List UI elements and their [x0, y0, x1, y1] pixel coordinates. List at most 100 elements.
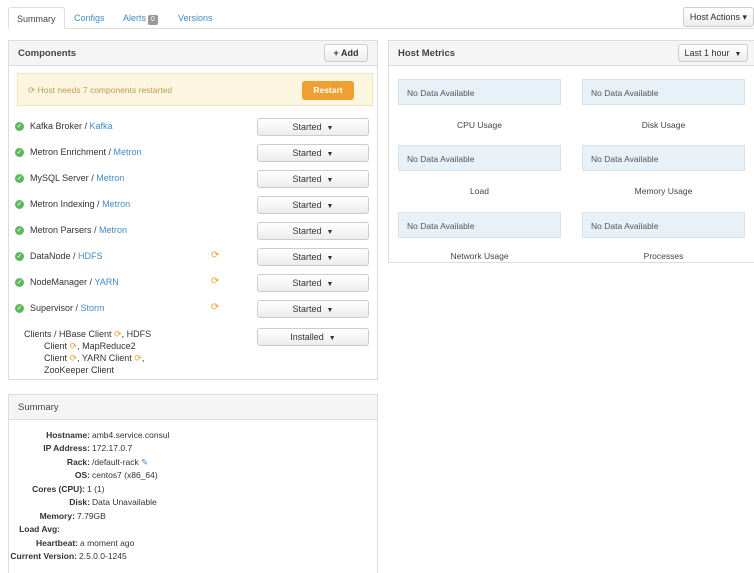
service-link[interactable]: Metron	[96, 173, 124, 183]
restart-required-icon[interactable]: ⟳	[70, 341, 78, 351]
summary-header: Summary	[9, 395, 377, 420]
component-row: ✓ DataNode / HDFS ⟳ Started ▼	[15, 248, 371, 266]
component-state-label: Started	[292, 226, 322, 236]
caret-down-icon: ▼	[326, 307, 334, 314]
metric-chart[interactable]: No Data Available	[582, 212, 745, 238]
time-range-label: Last 1 hour	[684, 48, 730, 58]
component-state-dropdown[interactable]: Started ▼	[257, 222, 369, 240]
clients-list: Clients / HBase Client ⟳, HDFS Client ⟳,…	[24, 328, 224, 376]
clients-prefix: Clients / HBase Client	[24, 329, 112, 339]
summary-key-label: Hostname:	[46, 430, 90, 440]
client-zookeeper: ZooKeeper Client	[44, 365, 115, 375]
component-label: Metron Enrichment	[30, 147, 107, 157]
service-link[interactable]: Metron	[99, 225, 127, 235]
check-icon: ✓	[15, 174, 24, 183]
metric-status: No Data Available	[407, 221, 475, 231]
tab-versions[interactable]: Versions	[170, 7, 221, 29]
component-label: MySQL Server	[30, 173, 89, 183]
component-row: ✓ Kafka Broker / Kafka Started ▼	[15, 118, 371, 136]
caret-down-icon: ▼	[734, 51, 742, 58]
component-name: NodeManager / YARN	[30, 277, 119, 287]
summary-key: IP Address:	[0, 443, 90, 454]
summary-key-label: IP Address:	[43, 443, 90, 453]
alerts-count-badge: 0	[148, 15, 158, 25]
summary-key-label: Disk:	[69, 497, 90, 507]
component-state-label: Started	[292, 278, 322, 288]
component-state-label: Started	[292, 304, 322, 314]
component-name: Metron Enrichment / Metron	[30, 147, 142, 157]
clients-line-2: Client ⟳, MapReduce2	[44, 341, 136, 351]
component-state-label: Started	[292, 122, 322, 132]
restart-required-icon[interactable]: ⟳	[211, 276, 219, 287]
memory-value: 7.79GB	[77, 511, 106, 521]
restart-required-icon[interactable]: ⟳	[134, 353, 142, 363]
host-actions-button[interactable]: Host Actions ▾	[682, 7, 754, 27]
add-component-button[interactable]: + Add	[324, 44, 368, 62]
service-link[interactable]: Storm	[81, 303, 105, 313]
service-link[interactable]: YARN	[94, 277, 118, 287]
component-state-dropdown[interactable]: Started ▼	[257, 144, 369, 162]
rack-value-wrap: /default-rack ✎	[92, 457, 148, 468]
metric-label: Processes	[643, 251, 684, 261]
cores-value: 1 (1)	[87, 484, 105, 494]
metric-chart[interactable]: No Data Available	[398, 145, 561, 171]
metric-chart[interactable]: No Data Available	[398, 79, 561, 105]
service-link[interactable]: Metron	[114, 147, 142, 157]
restart-required-icon[interactable]: ⟳	[211, 250, 219, 261]
restart-required-icon[interactable]: ⟳	[70, 353, 78, 363]
restart-required-icon[interactable]: ⟳	[114, 329, 122, 339]
time-range-dropdown[interactable]: Last 1 hour ▼	[678, 44, 748, 62]
client-yarn: YARN Client	[81, 353, 132, 363]
tab-summary[interactable]: Summary	[8, 7, 65, 29]
component-row: ✓ NodeManager / YARN ⟳ Started ▼	[15, 274, 371, 292]
components-header: Components + Add	[9, 41, 377, 66]
component-label: Metron Parsers	[30, 225, 92, 235]
summary-key: Rack:	[0, 457, 90, 468]
tab-configs-label: Configs	[74, 13, 105, 23]
summary-key: Disk:	[0, 497, 90, 508]
metric-status: No Data Available	[407, 88, 475, 98]
tab-configs[interactable]: Configs	[66, 7, 113, 29]
client-mapreduce-suffix: Client	[44, 353, 68, 363]
restart-required-icon[interactable]: ⟳	[211, 302, 219, 313]
metric-status: No Data Available	[591, 221, 659, 231]
clients-state-label: Installed	[290, 332, 324, 342]
component-state-dropdown[interactable]: Started ▼	[257, 170, 369, 188]
pencil-icon[interactable]: ✎	[141, 457, 148, 467]
summary-key: Current Version:	[0, 551, 77, 562]
component-state-dropdown[interactable]: Started ▼	[257, 248, 369, 266]
clients-state-dropdown[interactable]: Installed ▼	[257, 328, 369, 346]
client-mapreduce: MapReduce2	[82, 341, 136, 351]
service-link[interactable]: Metron	[102, 199, 130, 209]
tab-versions-label: Versions	[178, 13, 213, 23]
restart-button[interactable]: Restart	[302, 81, 354, 100]
restart-notice: ⟳ Host needs 7 components restarted Rest…	[17, 73, 373, 106]
component-state-dropdown[interactable]: Started ▼	[257, 274, 369, 292]
metric-chart[interactable]: No Data Available	[398, 212, 561, 238]
refresh-icon: ⟳	[28, 85, 36, 95]
component-name: Metron Parsers / Metron	[30, 225, 128, 235]
component-state-dropdown[interactable]: Started ▼	[257, 118, 369, 136]
clients-line-1: Clients / HBase Client ⟳, HDFS	[24, 329, 152, 339]
metric-status: No Data Available	[407, 154, 475, 164]
component-state-dropdown[interactable]: Started ▼	[257, 300, 369, 318]
component-name: MySQL Server / Metron	[30, 173, 125, 183]
summary-key-label: Cores (CPU):	[32, 484, 85, 494]
summary-key: OS:	[0, 470, 90, 481]
heartbeat-value: a moment ago	[80, 538, 135, 548]
hostname-value: amb4.service.consul	[92, 430, 170, 440]
summary-key-label: Load Avg:	[19, 524, 60, 534]
service-link[interactable]: Kafka	[90, 121, 113, 131]
client-hdfs-suffix: Client	[44, 341, 68, 351]
service-link[interactable]: HDFS	[78, 251, 103, 261]
component-row: ✓ Metron Enrichment / Metron Started ▼	[15, 144, 371, 162]
metric-chart[interactable]: No Data Available	[582, 79, 745, 105]
summary-title: Summary	[18, 402, 59, 413]
tab-alerts[interactable]: Alerts 0	[115, 7, 166, 29]
metric-chart[interactable]: No Data Available	[582, 145, 745, 171]
tab-alerts-label: Alerts	[123, 13, 147, 23]
components-title: Components	[18, 48, 77, 59]
rack-value: /default-rack	[92, 457, 139, 467]
component-state-dropdown[interactable]: Started ▼	[257, 196, 369, 214]
restart-notice-label: Host needs 7 components restarted	[37, 85, 173, 95]
